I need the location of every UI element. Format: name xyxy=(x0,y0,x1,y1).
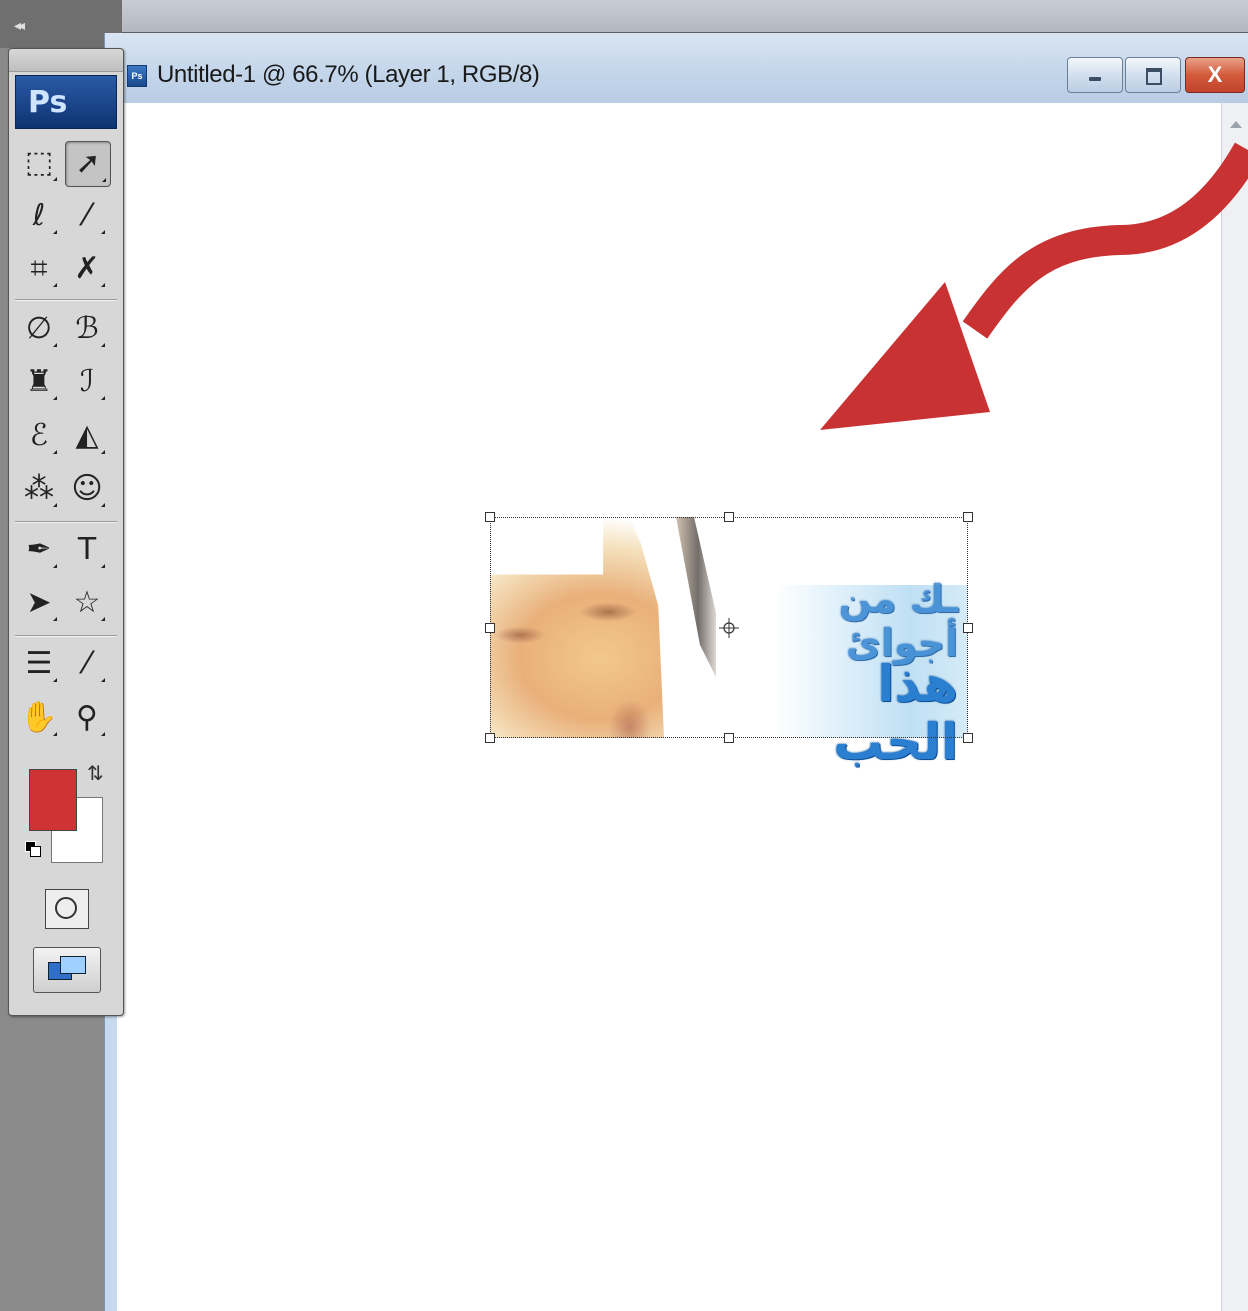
stamp-tool-icon[interactable]: ♜ xyxy=(17,360,61,404)
tool-flyout-indicator xyxy=(53,396,57,400)
tool-flyout-indicator xyxy=(53,343,57,347)
photoshop-document-icon: Ps xyxy=(127,65,147,87)
photoshop-logo[interactable]: Ps xyxy=(15,75,117,129)
tool-flyout-indicator xyxy=(101,503,105,507)
hand-tool-icon[interactable]: ✋ xyxy=(17,696,61,740)
eyedropper-tool-icon[interactable]: ⁄ xyxy=(65,642,109,686)
tool-flyout-indicator xyxy=(53,450,57,454)
transform-handle-bottom-left[interactable] xyxy=(485,733,495,743)
move-tool-icon[interactable]: ➚ xyxy=(65,141,111,187)
photoshop-workspace: ◂◂ Ps Untitled-1 @ 66.7% (Layer 1, RGB/8… xyxy=(0,0,1248,1311)
default-colors-icon[interactable] xyxy=(25,841,41,857)
tool-flyout-indicator xyxy=(53,564,57,568)
transform-handle-top-right[interactable] xyxy=(963,512,973,522)
scroll-up-icon[interactable] xyxy=(1230,121,1242,128)
tool-separator xyxy=(15,299,117,301)
tool-separator xyxy=(15,635,117,637)
dodge-tool-icon[interactable]: ☺ xyxy=(65,467,109,511)
transform-handle-left[interactable] xyxy=(485,623,495,633)
tool-flyout-indicator xyxy=(101,283,105,287)
close-icon: X xyxy=(1207,62,1223,87)
tool-flyout-indicator xyxy=(101,732,105,736)
transform-handle-bottom[interactable] xyxy=(724,733,734,743)
tool-flyout-indicator xyxy=(101,564,105,568)
tool-flyout-indicator xyxy=(101,396,105,400)
lasso-tool-icon[interactable]: ℓ xyxy=(17,194,61,238)
zoom-tool-icon[interactable]: ⚲ xyxy=(65,696,109,740)
magic-wand-tool-icon[interactable]: ⁄ xyxy=(65,194,109,238)
type-tool-icon[interactable]: T xyxy=(65,528,109,572)
tool-flyout-indicator xyxy=(102,178,106,182)
tool-flyout-indicator xyxy=(53,678,57,682)
tool-flyout-indicator xyxy=(53,283,57,287)
transform-handle-top[interactable] xyxy=(724,512,734,522)
options-bar xyxy=(0,0,1248,34)
tool-flyout-indicator xyxy=(101,617,105,621)
brush-tool-icon[interactable]: ℬ xyxy=(65,307,109,351)
close-button[interactable]: X xyxy=(1185,57,1245,93)
tool-flyout-indicator xyxy=(101,343,105,347)
path-selection-tool-icon[interactable]: ➤ xyxy=(17,581,61,625)
tool-flyout-indicator xyxy=(53,617,57,621)
document-title: Untitled-1 @ 66.7% (Layer 1, RGB/8) xyxy=(157,61,540,88)
slice-tool-icon[interactable]: ✗ xyxy=(65,247,109,291)
healing-brush-tool-icon[interactable]: ∅ xyxy=(17,307,61,351)
annotation-arrow-icon xyxy=(820,142,1248,430)
transform-handle-bottom-right[interactable] xyxy=(963,733,973,743)
tool-flyout-indicator xyxy=(101,450,105,454)
screen-mode-button[interactable] xyxy=(33,947,101,993)
swap-colors-icon[interactable]: ⇅ xyxy=(87,761,104,785)
double-chevron-left-icon: ◂◂ xyxy=(14,18,25,34)
minimize-button[interactable] xyxy=(1067,57,1123,93)
minimize-icon xyxy=(1089,77,1101,81)
maximize-button[interactable] xyxy=(1125,57,1181,93)
transform-handle-top-left[interactable] xyxy=(485,512,495,522)
transform-center-point-icon[interactable] xyxy=(719,618,739,638)
eraser-tool-icon[interactable]: ℰ xyxy=(17,414,61,458)
marquee-tool-icon[interactable]: ⬚ xyxy=(17,141,61,185)
custom-shape-tool-icon[interactable]: ☆ xyxy=(65,581,109,625)
history-brush-tool-icon[interactable]: ℐ xyxy=(65,360,109,404)
document-titlebar[interactable]: Ps Untitled-1 @ 66.7% (Layer 1, RGB/8) X xyxy=(105,33,1248,103)
maximize-icon xyxy=(1146,68,1162,85)
tool-flyout-indicator xyxy=(53,503,57,507)
quick-mask-icon xyxy=(55,897,77,919)
tools-panel-grip[interactable] xyxy=(9,49,123,72)
tools-panel: Ps ⬚ ➚ ℓ ⁄ ⌗ ✗ ∅ ℬ ♜ ℐ ℰ ◭ ⁂ ☺ ✒ T ➤ ☆ ☰ ⁄ ✋ ⚲ ⇅ xyxy=(8,48,124,1016)
transform-handle-right[interactable] xyxy=(963,623,973,633)
paint-bucket-tool-icon[interactable]: ◭ xyxy=(65,414,109,458)
tool-flyout-indicator xyxy=(53,732,57,736)
quick-mask-button[interactable] xyxy=(45,889,89,929)
tool-flyout-indicator xyxy=(53,177,57,181)
tool-flyout-indicator xyxy=(101,678,105,682)
foreground-color-swatch[interactable] xyxy=(29,769,77,831)
crop-tool-icon[interactable]: ⌗ xyxy=(17,247,61,291)
tool-flyout-indicator xyxy=(101,230,105,234)
pen-tool-icon[interactable]: ✒ xyxy=(17,528,61,572)
blur-tool-icon[interactable]: ⁂ xyxy=(17,467,61,511)
tool-flyout-indicator xyxy=(53,230,57,234)
tool-separator xyxy=(15,521,117,523)
notes-tool-icon[interactable]: ☰ xyxy=(17,642,61,686)
